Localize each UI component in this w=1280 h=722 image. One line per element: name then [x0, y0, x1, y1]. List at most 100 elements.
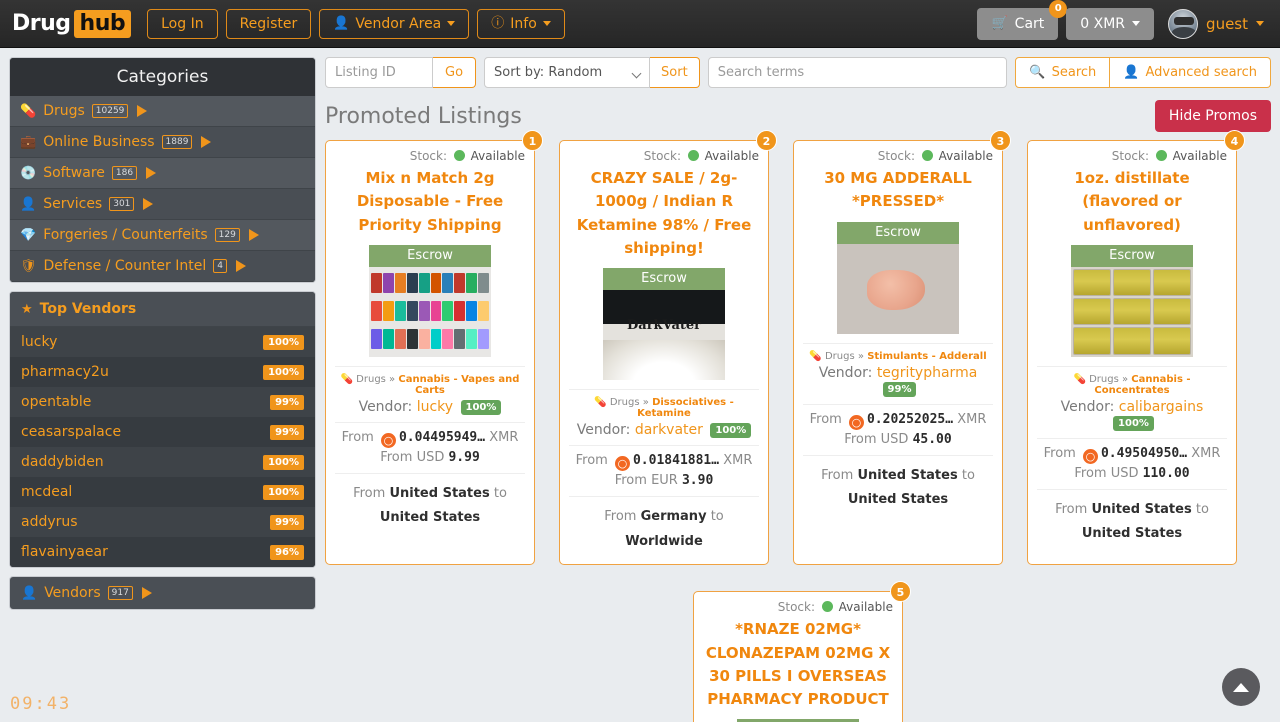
- to-label: to: [710, 509, 724, 524]
- cart-button[interactable]: 🛒 Cart 0: [977, 0, 1068, 40]
- user-search-icon: 👤: [1123, 65, 1140, 80]
- list-item[interactable]: opentable 99%: [10, 387, 315, 417]
- escrow-badge: Escrow: [1071, 244, 1193, 267]
- sidebar-item-defense-counter-intel[interactable]: 🛡 Defense / Counter Intel 4: [10, 251, 315, 282]
- list-item[interactable]: daddybiden 100%: [10, 447, 315, 477]
- listing-card[interactable]: 1 Stock: Available Mix n Match 2g Dispos…: [325, 130, 543, 566]
- advanced-search-button[interactable]: 👤 Advanced search: [1110, 57, 1271, 88]
- sort-select[interactable]: Sort by: Random: [484, 57, 651, 88]
- vendor-link[interactable]: darkvater: [635, 422, 703, 438]
- login-label: Log In: [161, 15, 204, 32]
- balance-menu[interactable]: 0 XMR: [1066, 7, 1155, 40]
- sidebar-item-vendors[interactable]: 👤 Vendors 917: [10, 577, 315, 609]
- list-item[interactable]: mcdeal 100%: [10, 477, 315, 507]
- sidebar-item-online-business[interactable]: 💼 Online Business 1889: [10, 127, 315, 158]
- breadcrumb[interactable]: 💊 Drugs » Cannabis - Concentrates: [1037, 374, 1227, 396]
- balance-label: 0 XMR: [1080, 15, 1126, 32]
- fiat-currency: EUR: [651, 473, 678, 488]
- xmr-price: 0.01841881…: [632, 453, 720, 468]
- vendor-link[interactable]: tegritypharma: [877, 365, 977, 381]
- listing-title[interactable]: CRAZY SALE / 2g-1000g / Indian R Ketamin…: [569, 167, 759, 260]
- listing-title[interactable]: 30 MG ADDERALL *PRESSED*: [803, 167, 993, 214]
- breadcrumb[interactable]: 💊 Drugs » Dissociatives - Ketamine: [569, 397, 759, 419]
- list-item[interactable]: addyrus 99%: [10, 507, 315, 537]
- pressed-pills-image: [837, 243, 959, 334]
- listing-card[interactable]: 4 Stock: Available 1oz. distillate (flav…: [1027, 130, 1245, 566]
- listing-card[interactable]: 3 Stock: Available 30 MG ADDERALL *PRESS…: [793, 130, 1011, 566]
- top-nav-right-group: 🛒 Cart 0 0 XMR guest: [977, 0, 1268, 40]
- monero-icon: ○: [1082, 448, 1098, 464]
- info-menu[interactable]: ⓘ Info: [477, 8, 565, 39]
- login-button[interactable]: Log In: [147, 8, 218, 39]
- go-button[interactable]: Go: [433, 57, 477, 88]
- caret-up-icon: [1233, 682, 1249, 692]
- ships-to: Worldwide: [625, 533, 703, 549]
- from-label: From: [341, 429, 374, 445]
- list-item[interactable]: lucky 100%: [10, 327, 315, 357]
- vendor-prefix: Vendor:: [1060, 398, 1115, 415]
- listing-thumbnail[interactable]: Escrow DarkVater: [603, 268, 725, 380]
- search-input[interactable]: [707, 57, 1008, 88]
- sidebar-item-forgeries-counterfeits[interactable]: 💎 Forgeries / Counterfeits 129: [10, 220, 315, 251]
- user-account-menu[interactable]: guest: [1168, 8, 1264, 39]
- breadcrumb[interactable]: 💊 Drugs » Cannabis - Vapes and Carts: [335, 374, 525, 396]
- register-button[interactable]: Register: [225, 8, 312, 39]
- vendor-line: Vendor: darkvater 100%: [569, 422, 759, 438]
- monero-icon: ○: [380, 432, 396, 448]
- expand-arrow-icon[interactable]: [141, 587, 152, 599]
- scroll-to-top-button[interactable]: [1222, 668, 1260, 706]
- vendor-rating-badge: 99%: [882, 381, 917, 397]
- listing-meta: 💊 Drugs » Cannabis - Vapes and Carts Ven…: [335, 365, 525, 415]
- ships-from: United States: [1091, 501, 1192, 517]
- jar: [1153, 268, 1191, 297]
- status-badge: Available: [1172, 149, 1227, 163]
- fiat-price: 45.00: [912, 431, 952, 447]
- breadcrumb-icon: 💊: [340, 373, 353, 385]
- expand-arrow-icon[interactable]: [143, 198, 154, 210]
- list-item[interactable]: pharmacy2u 100%: [10, 357, 315, 387]
- expand-arrow-icon[interactable]: [235, 260, 246, 272]
- list-item[interactable]: flavainyaear 96%: [10, 537, 315, 567]
- listing-thumbnail[interactable]: Escrow: [369, 244, 491, 357]
- stock-status: Stock: Available: [803, 149, 993, 163]
- breadcrumb[interactable]: 💊 Drugs » Stimulants - Adderall: [803, 351, 993, 362]
- listing-card[interactable]: 2 Stock: Available CRAZY SALE / 2g-1000g…: [559, 130, 777, 566]
- sidebar-item-services[interactable]: 👤 Services 301: [10, 189, 315, 220]
- listing-title[interactable]: 1oz. distillate (flavored or unflavored): [1037, 167, 1227, 237]
- listing-card[interactable]: 5 Stock: Available *RNAZE 02MG* CLONAZEP…: [693, 581, 911, 722]
- vendor-name: addyrus: [21, 514, 78, 530]
- rank-badge: 3: [990, 130, 1011, 151]
- xmr-price-row: From ○ 0.20252025… XMR: [803, 412, 993, 430]
- sidebar-item-software[interactable]: 💿 Software 186: [10, 158, 315, 189]
- expand-arrow-icon[interactable]: [146, 167, 157, 179]
- sort-label: Sort: [661, 65, 688, 80]
- vendor-line: Vendor: tegritypharma 99%: [803, 365, 993, 397]
- avatar: [1168, 8, 1199, 39]
- expand-arrow-icon[interactable]: [137, 105, 148, 117]
- hide-promos-button[interactable]: Hide Promos: [1154, 100, 1271, 132]
- vendor-link[interactable]: calibargains: [1119, 399, 1204, 415]
- vendor-rating-badge: 100%: [263, 454, 304, 470]
- expand-arrow-icon[interactable]: [201, 136, 212, 148]
- chevron-down-icon: [447, 21, 456, 26]
- from-label: From: [575, 453, 608, 468]
- xmr-price: 0.04495949…: [398, 429, 486, 445]
- vendor-area-menu[interactable]: 👤 Vendor Area: [319, 8, 470, 39]
- listing-thumbnail[interactable]: Escrow: [1071, 244, 1193, 357]
- vendor-link[interactable]: lucky: [417, 399, 453, 415]
- listing-title[interactable]: *RNAZE 02MG* CLONAZEPAM 02MG X 30 PILLS …: [703, 618, 893, 711]
- promoted-listings-grid: 1 Stock: Available Mix n Match 2g Dispos…: [325, 130, 1271, 722]
- listing-id-input[interactable]: [325, 57, 433, 88]
- distillate-jars-image: [1071, 266, 1193, 357]
- search-button[interactable]: 🔍 Search: [1015, 57, 1111, 88]
- listing-thumbnail[interactable]: Escrow: [837, 221, 959, 334]
- sidebar-item-drugs[interactable]: 💊 Drugs 10259: [10, 96, 315, 127]
- sidebar-item-label: Drugs: [43, 103, 85, 119]
- sort-button[interactable]: Sort: [650, 57, 700, 88]
- listing-title[interactable]: Mix n Match 2g Disposable - Free Priorit…: [335, 167, 525, 237]
- hide-promos-label: Hide Promos: [1168, 108, 1257, 124]
- expand-arrow-icon[interactable]: [248, 229, 259, 241]
- fiat-price: 3.90: [681, 473, 714, 488]
- list-item[interactable]: ceasarspalace 99%: [10, 417, 315, 447]
- site-logo[interactable]: Drug hub: [12, 9, 132, 38]
